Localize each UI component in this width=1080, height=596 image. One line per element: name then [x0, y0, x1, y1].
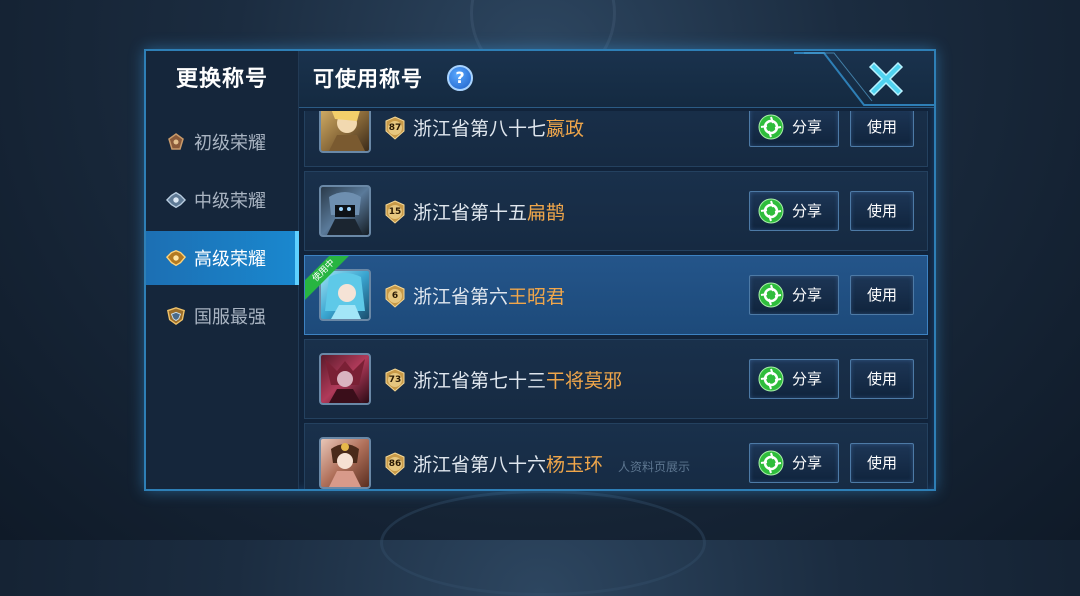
sidebar-item-label: 初级荣耀: [194, 133, 266, 154]
page-title: 可使用称号: [313, 67, 423, 91]
bronze-crest-icon: [166, 132, 186, 152]
use-button[interactable]: 使用: [850, 191, 914, 231]
sidebar-item-label: 中级荣耀: [194, 191, 266, 212]
in-use-badge-label: 使用中: [305, 256, 349, 300]
title-prefix: 浙江省第八十六: [413, 454, 547, 476]
close-area: [794, 51, 934, 107]
title-prefix: 浙江省第六: [413, 286, 509, 308]
close-icon[interactable]: [864, 57, 908, 101]
sidebar-item-label: 高级荣耀: [194, 249, 266, 270]
rank-number: 73: [388, 375, 402, 385]
hero-avatar: [319, 185, 371, 237]
hero-name: 王昭君: [508, 286, 566, 308]
sidebar-item-middle-honor[interactable]: 中级荣耀: [146, 173, 298, 227]
in-use-badge: 使用中: [305, 256, 349, 300]
hero-avatar: [319, 353, 371, 405]
share-button[interactable]: 分享: [749, 275, 839, 315]
share-aperture-icon: [758, 450, 784, 476]
share-label: 分享: [792, 118, 823, 136]
gold-crest-icon: [166, 248, 186, 268]
rank-medal-icon: 6: [383, 284, 407, 308]
use-button[interactable]: 使用: [850, 275, 914, 315]
title-name: 浙江省第七十三干将莫邪: [413, 366, 622, 393]
sidebar: 更换称号 初级荣耀 中级荣耀 高级荣耀 国服最强: [146, 51, 299, 489]
header: 可使用称号 ?: [299, 51, 934, 108]
share-button[interactable]: 分享: [749, 111, 839, 147]
title-prefix: 浙江省第十五: [413, 202, 528, 224]
sidebar-title: 更换称号: [175, 67, 268, 92]
title-name: 浙江省第八十六杨玉环: [413, 450, 603, 477]
share-label: 分享: [792, 454, 823, 472]
rank-medal-icon: 86: [383, 452, 407, 476]
silver-crest-icon: [166, 190, 186, 210]
share-label: 分享: [792, 202, 823, 220]
title-row-selected: 使用中 6 浙江省第六王昭君 分享 使用: [304, 255, 928, 335]
title-prefix: 浙江省第七十三: [413, 370, 547, 392]
profile-display-hint: 人资料页展示: [618, 460, 691, 474]
rank-medal-icon: 87: [383, 116, 407, 140]
sidebar-item-national-best[interactable]: 国服最强: [146, 289, 298, 343]
title-row: 15 浙江省第十五扁鹊 分享 使用: [304, 171, 928, 251]
rank-number: 15: [388, 207, 402, 217]
title-list[interactable]: 87 浙江省第八十七嬴政 分享 使用 15 浙江省第十五扁鹊 分享 使用 使用中…: [304, 111, 928, 489]
hero-name: 嬴政: [546, 118, 585, 140]
use-button[interactable]: 使用: [850, 443, 914, 483]
rank-medal-icon: 73: [383, 368, 407, 392]
hero-avatar: [319, 111, 371, 153]
share-button[interactable]: 分享: [749, 191, 839, 231]
help-icon[interactable]: ?: [447, 65, 473, 91]
title-name: 浙江省第八十七嬴政: [413, 114, 584, 141]
share-aperture-icon: [758, 366, 784, 392]
title-row: 87 浙江省第八十七嬴政 分享 使用: [304, 111, 928, 167]
title-name: 浙江省第十五扁鹊: [413, 198, 565, 225]
national-crest-icon: [166, 306, 186, 326]
share-aperture-icon: [758, 282, 784, 308]
sidebar-item-junior-honor[interactable]: 初级荣耀: [146, 115, 298, 169]
share-button[interactable]: 分享: [749, 443, 839, 483]
rank-number: 86: [388, 459, 402, 469]
hero-avatar: [319, 437, 371, 489]
title-name: 浙江省第六王昭君: [413, 282, 565, 309]
hero-name: 干将莫邪: [546, 370, 623, 392]
share-button[interactable]: 分享: [749, 359, 839, 399]
share-aperture-icon: [758, 114, 784, 140]
share-label: 分享: [792, 286, 823, 304]
use-button[interactable]: 使用: [850, 111, 914, 147]
title-prefix: 浙江省第八十七: [413, 118, 547, 140]
share-label: 分享: [792, 370, 823, 388]
sidebar-item-senior-honor[interactable]: 高级荣耀: [146, 231, 299, 285]
share-aperture-icon: [758, 198, 784, 224]
sidebar-item-label: 国服最强: [194, 307, 266, 328]
hero-name: 扁鹊: [527, 202, 566, 224]
use-button[interactable]: 使用: [850, 359, 914, 399]
rank-number: 87: [388, 123, 402, 133]
title-row: 86 浙江省第八十六杨玉环 人资料页展示 分享 使用: [304, 423, 928, 489]
rank-number: 6: [391, 291, 399, 301]
title-row: 73 浙江省第七十三干将莫邪 分享 使用: [304, 339, 928, 419]
rank-medal-icon: 15: [383, 200, 407, 224]
hero-name: 杨玉环: [546, 454, 604, 476]
change-title-dialog: 更换称号 初级荣耀 中级荣耀 高级荣耀 国服最强 可使用称号 ? 87 浙江省第…: [144, 49, 936, 491]
background-ornament: [380, 490, 706, 596]
